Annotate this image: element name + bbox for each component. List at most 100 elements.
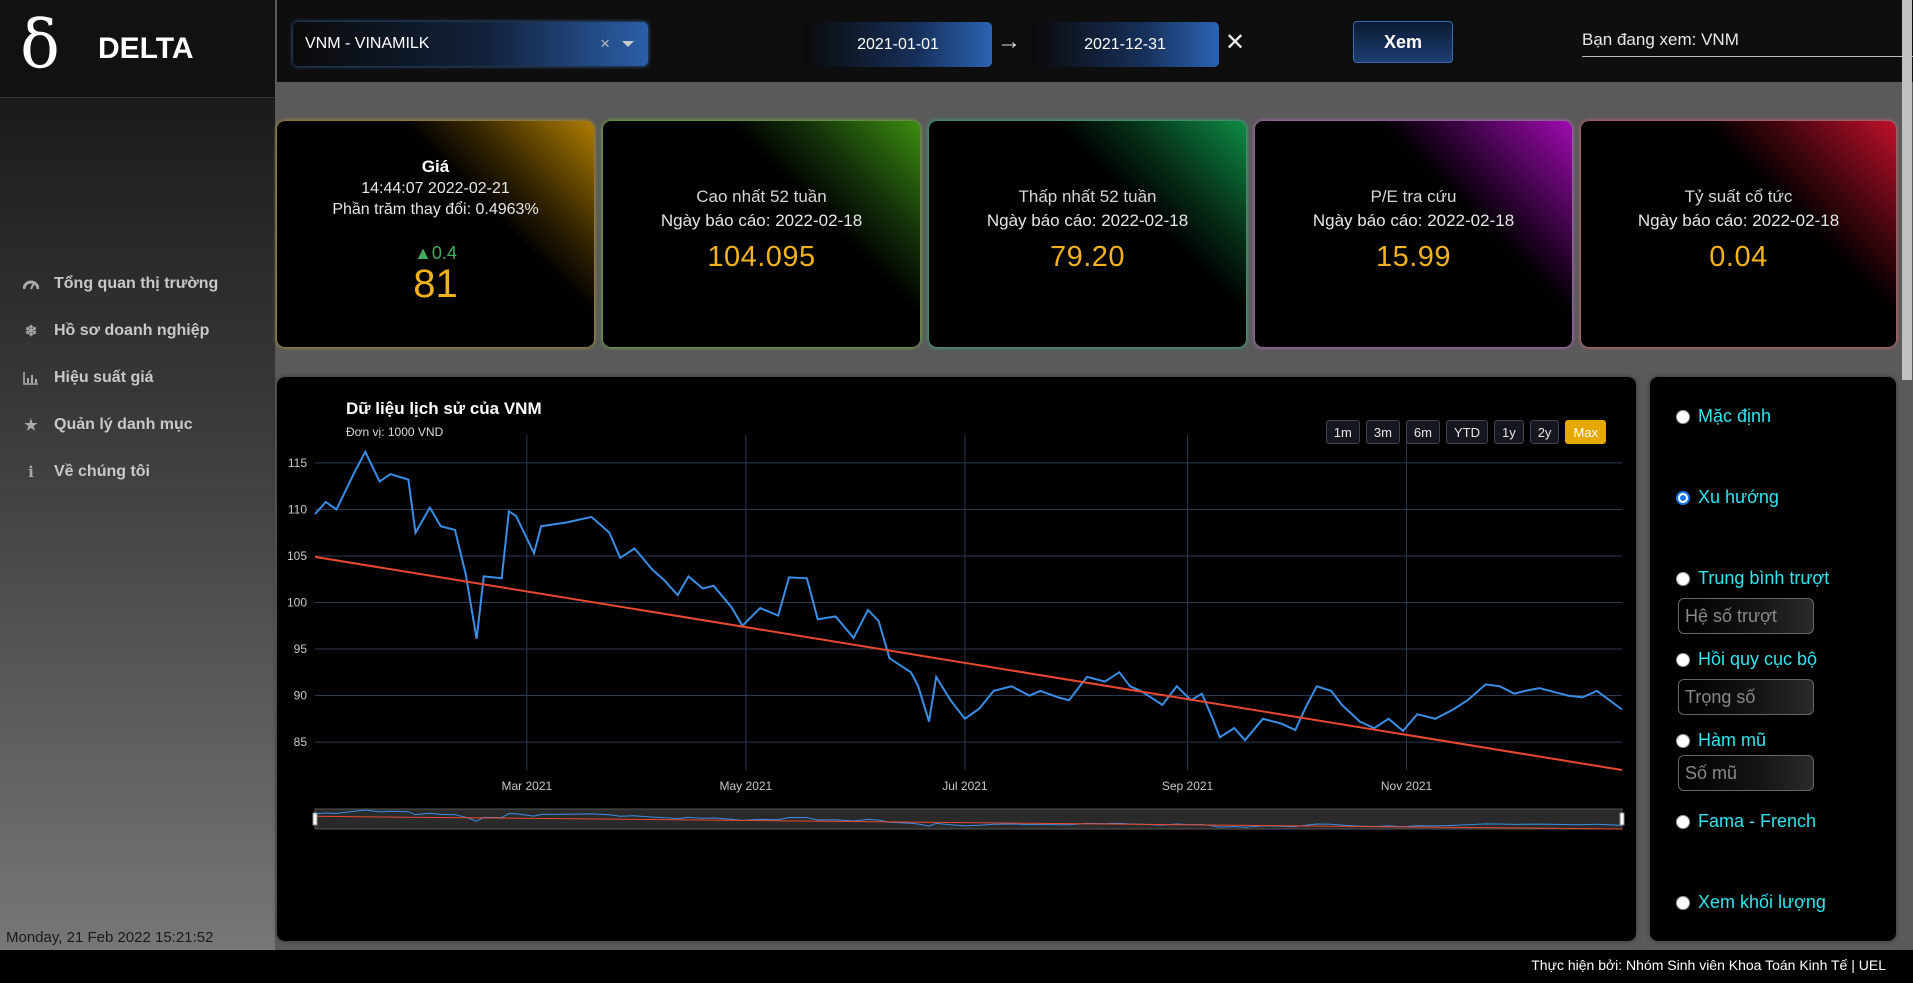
option-label: Trung bình trượt xyxy=(1698,568,1830,588)
info-icon: i xyxy=(28,462,34,481)
close-icon[interactable]: ✕ xyxy=(1225,28,1245,57)
sidebar-item-label: Quản lý danh mục xyxy=(54,415,193,433)
moving-average-input[interactable] xyxy=(1678,598,1814,634)
y-tick-label: 110 xyxy=(288,502,307,516)
clock: Monday, 21 Feb 2022 15:21:52 xyxy=(6,929,214,946)
snowflake-icon: ❄ xyxy=(24,322,38,340)
radio-button[interactable] xyxy=(1676,652,1690,667)
x-tick-label: Jul 2021 xyxy=(942,779,988,793)
radio-button[interactable] xyxy=(1676,571,1690,586)
range-button-1y[interactable]: 1y xyxy=(1493,420,1524,444)
radio-button[interactable] xyxy=(1676,895,1690,910)
sidebar-item-label: Hồ sơ doanh nghiệp xyxy=(54,321,210,339)
dividend-card: Tỷ suất cổ tức Ngày báo cáo: 2022-02-18 … xyxy=(1581,121,1896,347)
range-selector: 1m 3m 6m YTD 1y 2y Max xyxy=(1325,420,1606,444)
x-tick-label: Sep 2021 xyxy=(1162,779,1214,793)
option-volume[interactable]: Xem khối lượng xyxy=(1676,892,1826,913)
weight-input[interactable] xyxy=(1678,679,1814,715)
radio-button[interactable] xyxy=(1676,814,1690,829)
price-card: Giá 14:44:07 2022-02-21 Phần trăm thay đ… xyxy=(277,121,594,347)
ticker-select[interactable]: VNM - VINAMILK × xyxy=(293,22,648,66)
option-label: Xem khối lượng xyxy=(1698,892,1826,912)
radio-button[interactable] xyxy=(1676,409,1690,424)
brand-name: DELTA xyxy=(98,31,194,65)
clear-icon[interactable]: × xyxy=(600,34,610,54)
scrollbar[interactable] xyxy=(1902,0,1912,380)
method-panel: Mặc định Xu hướng Trung bình trượt Hồi q… xyxy=(1650,377,1896,941)
price-change-pct: Phần trăm thay đổi: 0.4963% xyxy=(332,201,539,218)
option-local-regression[interactable]: Hồi quy cục bộ xyxy=(1676,649,1817,670)
y-tick-label: 85 xyxy=(294,735,308,749)
card-title: P/E tra cứu xyxy=(1370,187,1457,206)
chart-panel: 85 90 95 100 105 110 115 Mar 2021 May 2021 Jul 20… xyxy=(277,377,1636,941)
pe-card: P/E tra cứu Ngày báo cáo: 2022-02-18 15.… xyxy=(1255,121,1572,347)
report-date: Ngày báo cáo: 2022-02-18 xyxy=(1637,211,1840,230)
sidebar-item-label: Về chúng tôi xyxy=(54,462,150,480)
low-52w-card: Thấp nhất 52 tuần Ngày báo cáo: 2022-02-… xyxy=(929,121,1246,347)
range-button-6m[interactable]: 6m xyxy=(1405,420,1440,444)
option-label: Fama - French xyxy=(1698,811,1817,831)
option-label: Hồi quy cục bộ xyxy=(1698,649,1818,669)
sidebar-item-about[interactable]: i Về chúng tôi xyxy=(0,448,275,495)
card-title: Cao nhất 52 tuần xyxy=(696,187,827,206)
report-date: Ngày báo cáo: 2022-02-18 xyxy=(1312,211,1515,230)
ticker-value: VNM - VINAMILK xyxy=(305,35,430,52)
start-date-input[interactable]: 2021-01-01 xyxy=(804,22,992,67)
sidebar-item-company-profile[interactable]: ❄ Hồ sơ doanh nghiệp xyxy=(0,307,275,354)
range-button-max[interactable]: Max xyxy=(1565,420,1606,444)
star-icon: ★ xyxy=(24,416,38,434)
option-label: Xu hướng xyxy=(1698,487,1779,507)
x-tick-label: Mar 2021 xyxy=(501,779,552,793)
y-tick-label: 115 xyxy=(288,456,307,470)
sidebar: δ DELTA Tổng quan thị trường ❄ Hồ sơ doa… xyxy=(0,0,275,950)
exponent-input[interactable] xyxy=(1678,755,1814,791)
viewing-label: Bạn đang xem: VNM xyxy=(1582,30,1913,57)
sidebar-item-portfolio[interactable]: ★ Quản lý danh mục xyxy=(0,401,275,448)
brand[interactable]: δ DELTA xyxy=(0,0,275,98)
option-default[interactable]: Mặc định xyxy=(1676,406,1771,427)
x-tick-label: May 2021 xyxy=(720,779,773,793)
range-button-2y[interactable]: 2y xyxy=(1529,420,1560,444)
price-delta: ▲0.4 xyxy=(414,243,457,263)
top-bar: VNM - VINAMILK × 2021-01-01 → 2021-12-31… xyxy=(277,0,1913,82)
option-exponential[interactable]: Hàm mũ xyxy=(1676,730,1766,751)
card-value: 79.20 xyxy=(1049,241,1126,273)
range-button-ytd[interactable]: YTD xyxy=(1445,420,1488,444)
dashboard-icon xyxy=(22,275,40,293)
option-fama-french[interactable]: Fama - French xyxy=(1676,811,1816,832)
range-slider-handle-left[interactable] xyxy=(312,812,318,826)
end-date-input[interactable]: 2021-12-31 xyxy=(1031,22,1219,67)
card-title: Tỷ suất cổ tức xyxy=(1684,187,1793,206)
chart-title: Dữ liệu lịch sử của VNM xyxy=(346,399,542,418)
range-slider-handle-right[interactable] xyxy=(1619,812,1625,826)
card-value: 104.095 xyxy=(707,241,816,273)
price-chart[interactable]: 85 90 95 100 105 110 115 Mar 2021 May 2021 Jul 20… xyxy=(277,377,1636,941)
chevron-down-icon[interactable] xyxy=(622,41,634,47)
card-value: 0.04 xyxy=(1709,241,1768,273)
range-button-1m[interactable]: 1m xyxy=(1325,420,1360,444)
option-moving-average[interactable]: Trung bình trượt xyxy=(1676,568,1829,589)
option-trend[interactable]: Xu hướng xyxy=(1676,487,1779,508)
view-button[interactable]: Xem xyxy=(1353,21,1453,63)
range-button-3m[interactable]: 3m xyxy=(1365,420,1400,444)
sidebar-item-market-overview[interactable]: Tổng quan thị trường xyxy=(0,260,275,307)
x-tick-label: Nov 2021 xyxy=(1381,779,1433,793)
radio-button[interactable] xyxy=(1676,733,1690,748)
sidebar-item-label: Tổng quan thị trường xyxy=(54,274,219,292)
y-tick-label: 105 xyxy=(287,549,307,563)
delta-logo-icon: δ xyxy=(20,5,60,83)
radio-button-selected[interactable] xyxy=(1676,490,1690,505)
report-date: Ngày báo cáo: 2022-02-18 xyxy=(986,211,1189,230)
y-tick-label: 90 xyxy=(294,689,308,703)
sidebar-nav: Tổng quan thị trường ❄ Hồ sơ doanh nghiệ… xyxy=(0,260,275,495)
sidebar-item-price-performance[interactable]: Hiệu suất giá xyxy=(0,354,275,401)
price-timestamp: 14:44:07 2022-02-21 xyxy=(361,180,510,197)
footer-credit: Thực hiện bởi: Nhóm Sinh viên Khoa Toán … xyxy=(1531,957,1886,973)
y-tick-label: 100 xyxy=(287,596,307,610)
trend-series-line xyxy=(314,555,1623,771)
price-series-line xyxy=(314,449,1623,742)
sidebar-item-label: Hiệu suất giá xyxy=(54,368,154,386)
high-52w-card: Cao nhất 52 tuần Ngày báo cáo: 2022-02-1… xyxy=(603,121,920,347)
card-title: Giá xyxy=(421,157,450,176)
bar-chart-icon xyxy=(22,369,40,387)
